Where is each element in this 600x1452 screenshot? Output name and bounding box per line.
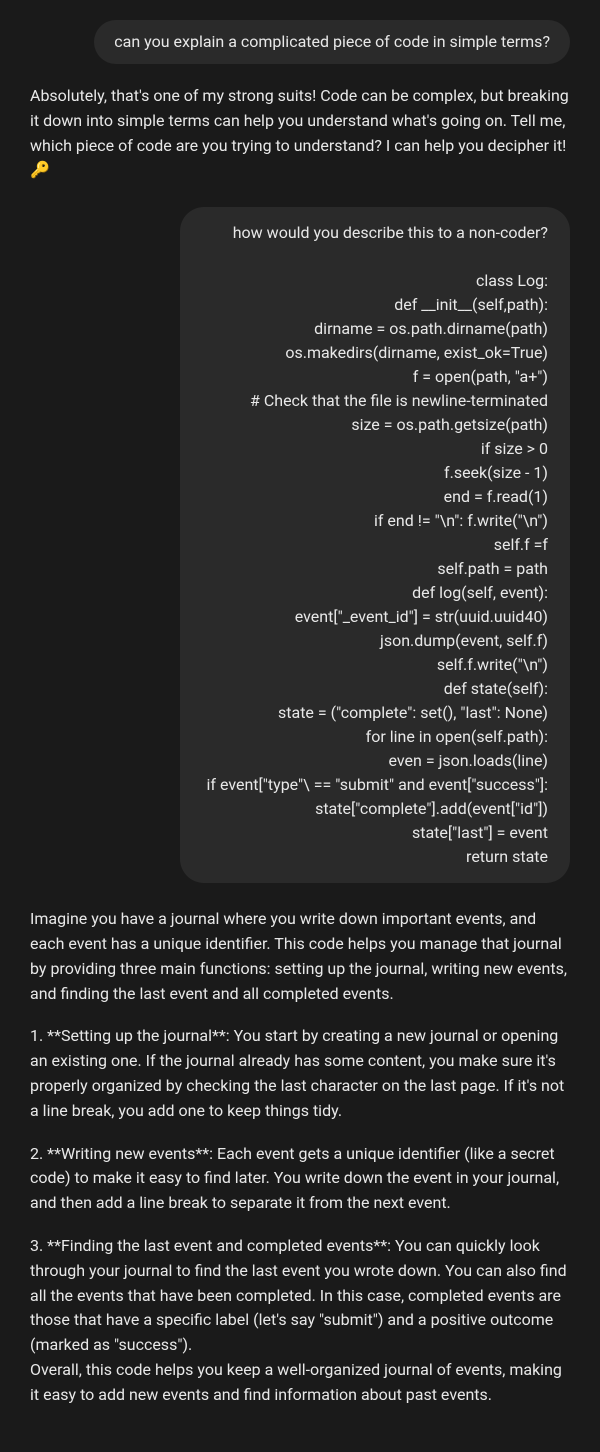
code-line: self.f =f <box>202 533 548 557</box>
user-message-text: can you explain a complicated piece of c… <box>114 32 550 51</box>
code-line: f = open(path, "a+") <box>202 365 548 389</box>
code-line: if size > 0 <box>202 437 548 461</box>
code-line: state["complete"].add(event["id"]) <box>202 797 548 821</box>
assistant-message-text: Absolutely, that's one of my strong suit… <box>30 86 569 179</box>
code-line: def __init__(self,path): <box>202 293 548 317</box>
assistant-intro-text: Imagine you have a journal where you wri… <box>30 907 570 1006</box>
code-line: f.seek(size - 1) <box>202 461 548 485</box>
numbered-item-2: 2. **Writing new events**: Each event ge… <box>30 1142 570 1216</box>
user-message-intro: how would you describe this to a non-cod… <box>202 221 548 245</box>
code-line: if event["type"\ == "submit" and event["… <box>202 773 548 797</box>
code-block: class Log: def __init__(self,path): dirn… <box>202 269 548 869</box>
code-line: state["last"] = event <box>202 821 548 845</box>
assistant-message-1: Absolutely, that's one of my strong suit… <box>30 84 570 183</box>
code-line: end = f.read(1) <box>202 485 548 509</box>
code-line: return state <box>202 845 548 869</box>
code-line: class Log: <box>202 269 548 293</box>
code-line: def log(self, event): <box>202 581 548 605</box>
user-message-1: can you explain a complicated piece of c… <box>94 20 570 64</box>
code-line: even = json.loads(line) <box>202 749 548 773</box>
code-line: os.makedirs(dirname, exist_ok=True) <box>202 341 548 365</box>
code-line: json.dump(event, self.f) <box>202 629 548 653</box>
assistant-message-2: Imagine you have a journal where you wri… <box>30 907 570 1407</box>
code-line: dirname = os.path.dirname(path) <box>202 317 548 341</box>
numbered-item-3: 3. **Finding the last event and complete… <box>30 1234 570 1358</box>
numbered-item-1: 1. **Setting up the journal**: You start… <box>30 1024 570 1123</box>
code-line: state = ("complete": set(), "last": None… <box>202 701 548 725</box>
code-line: if end != "\n": f.write("\n") <box>202 509 548 533</box>
code-line: def state(self): <box>202 677 548 701</box>
code-line: for line in open(self.path): <box>202 725 548 749</box>
summary-text: Overall, this code helps you keep a well… <box>30 1358 570 1408</box>
code-line: event["_event_id"] = str(uuid.uuid40) <box>202 605 548 629</box>
code-line: size = os.path.getsize(path) <box>202 413 548 437</box>
code-line: self.f.write("\n") <box>202 653 548 677</box>
user-message-2: how would you describe this to a non-cod… <box>180 207 570 883</box>
code-line: # Check that the file is newline-termina… <box>202 389 548 413</box>
code-line: self.path = path <box>202 557 548 581</box>
